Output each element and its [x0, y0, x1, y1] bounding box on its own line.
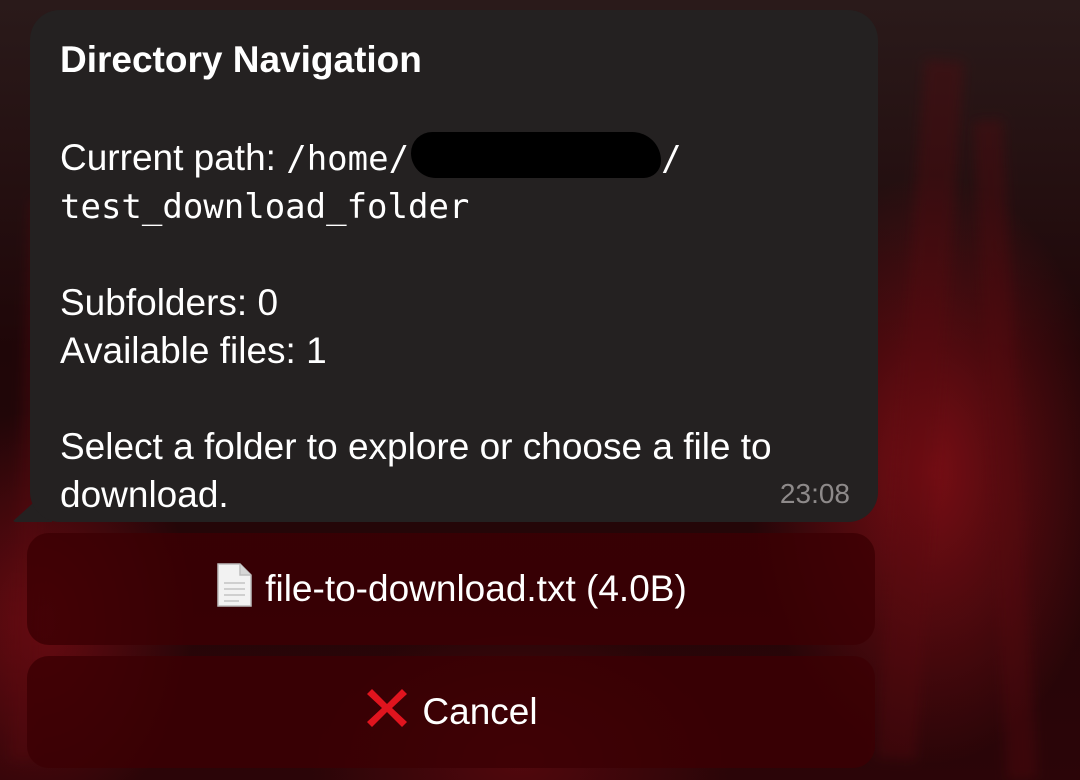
path-prefix: /home/	[286, 139, 410, 179]
path-suffix: /	[661, 139, 682, 179]
red-x-icon	[364, 685, 410, 740]
cancel-label: Cancel	[422, 691, 538, 732]
document-icon	[215, 562, 253, 617]
cancel-button[interactable]: Cancel	[27, 656, 875, 768]
instruction-text-line2: download.	[60, 474, 229, 515]
path-folder: test_download_folder	[60, 187, 470, 227]
current-path-line: Current path: /home/ /	[60, 132, 848, 183]
download-file-label: file-to-download.txt (4.0B)	[265, 568, 687, 609]
message-timestamp: 23:08	[779, 478, 850, 509]
bot-message-bubble: Directory Navigation Current path: /home…	[30, 10, 878, 522]
subfolders-count: Subfolders: 0	[60, 282, 279, 323]
instruction-text-line1: Select a folder to explore or choose a f…	[60, 426, 772, 467]
available-files-count: Available files: 1	[60, 330, 327, 371]
path-label: Current path:	[60, 137, 276, 178]
redacted-username	[411, 132, 662, 178]
message-title: Directory Navigation	[60, 39, 422, 80]
download-file-button[interactable]: file-to-download.txt (4.0B)	[27, 533, 875, 645]
